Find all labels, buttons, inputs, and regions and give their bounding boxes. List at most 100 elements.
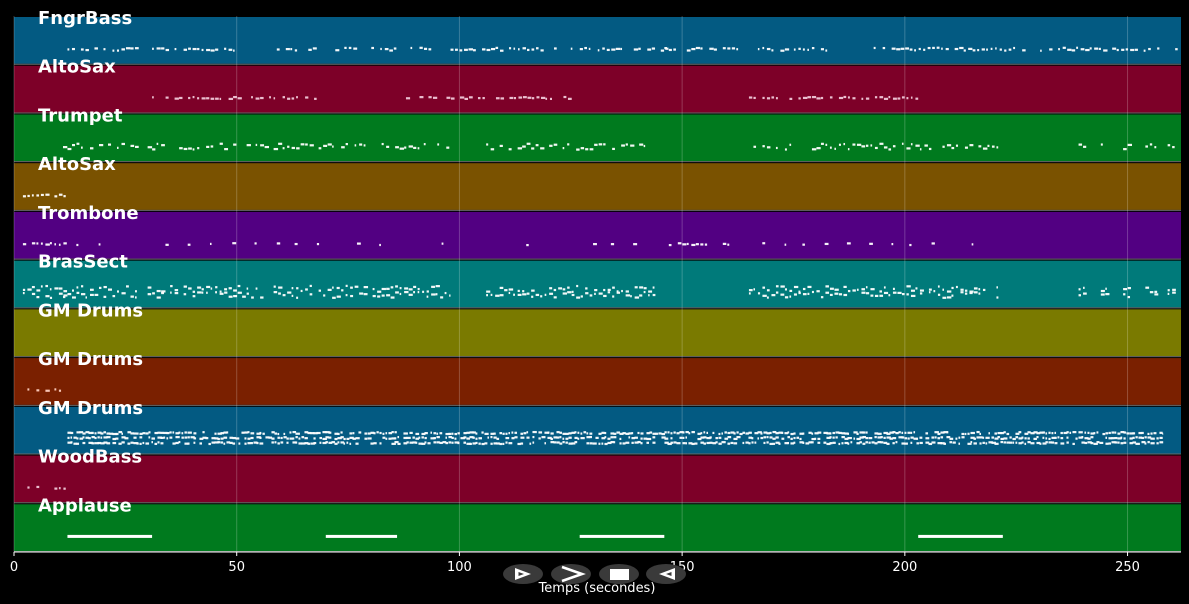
- note: [544, 293, 547, 296]
- track-lane[interactable]: [14, 211, 1181, 259]
- note: [468, 96, 473, 99]
- track-lane[interactable]: [14, 358, 1181, 405]
- note: [931, 436, 935, 439]
- note: [1051, 432, 1054, 435]
- track-lane[interactable]: [14, 455, 1181, 503]
- note: [76, 243, 79, 247]
- note: [682, 243, 687, 246]
- track-lane[interactable]: [14, 163, 1181, 210]
- note: [445, 436, 447, 439]
- note: [1083, 286, 1085, 289]
- note: [937, 437, 940, 440]
- track-label: Applause: [38, 495, 132, 516]
- note: [197, 147, 200, 150]
- note: [404, 287, 409, 290]
- note: [915, 144, 920, 147]
- note: [490, 442, 493, 445]
- note: [1153, 432, 1157, 435]
- note: [36, 194, 40, 197]
- note: [235, 437, 240, 440]
- note: [121, 292, 126, 295]
- note: [40, 242, 43, 245]
- note: [449, 294, 451, 297]
- forward-button[interactable]: [551, 564, 591, 584]
- note: [1135, 436, 1138, 439]
- note: [955, 285, 958, 289]
- note: [545, 97, 548, 100]
- note: [325, 436, 329, 439]
- note: [550, 432, 554, 435]
- track-lane[interactable]: [14, 406, 1181, 454]
- track-lane[interactable]: [14, 504, 1181, 551]
- note: [913, 431, 916, 434]
- rewind-button[interactable]: [646, 564, 686, 584]
- note: [445, 441, 449, 445]
- note: [695, 243, 699, 246]
- note: [565, 432, 569, 435]
- note: [700, 243, 704, 246]
- note: [148, 436, 151, 439]
- note: [991, 145, 995, 148]
- note: [115, 432, 119, 436]
- note: [958, 436, 961, 439]
- note: [175, 441, 179, 445]
- track-lane[interactable]: [14, 65, 1181, 113]
- note: [255, 97, 260, 100]
- note: [522, 293, 527, 296]
- note: [982, 441, 985, 444]
- play-button[interactable]: [503, 564, 543, 584]
- note: [829, 436, 832, 439]
- note: [31, 292, 36, 296]
- note: [283, 432, 286, 436]
- note: [76, 286, 79, 289]
- note: [156, 289, 161, 293]
- timeline-canvas[interactable]: FngrBass AltoSax Trumpet AltoSax Trombone Bra…: [0, 0, 1189, 604]
- note: [384, 47, 389, 51]
- note: [343, 442, 346, 445]
- note: [838, 293, 843, 296]
- track-lane[interactable]: [14, 260, 1181, 308]
- track-lane[interactable]: [14, 114, 1181, 162]
- note: [861, 97, 864, 100]
- note: [996, 296, 999, 299]
- note: [604, 431, 607, 435]
- note: [901, 442, 905, 445]
- note: [862, 442, 866, 445]
- note: [832, 441, 836, 444]
- track-label: Trombone: [38, 203, 139, 224]
- note: [994, 432, 998, 435]
- note: [295, 432, 300, 435]
- note: [901, 436, 905, 439]
- note: [379, 243, 381, 247]
- note: [408, 145, 413, 148]
- note: [513, 47, 516, 50]
- note: [846, 242, 851, 245]
- note: [762, 145, 765, 148]
- note: [601, 442, 604, 445]
- note: [508, 148, 512, 151]
- note: [496, 437, 500, 440]
- track-label: AltoSax: [38, 154, 116, 175]
- note: [76, 437, 79, 440]
- note: [206, 291, 208, 294]
- note: [986, 48, 988, 51]
- note: [286, 441, 289, 444]
- note: [107, 288, 113, 291]
- note: [418, 436, 421, 439]
- note: [589, 435, 592, 439]
- note: [280, 441, 284, 444]
- stop-button[interactable]: [599, 564, 639, 584]
- note: [463, 436, 467, 439]
- note: [565, 437, 569, 440]
- note: [296, 296, 299, 299]
- note: [184, 431, 187, 434]
- note: [451, 436, 454, 440]
- note: [493, 442, 497, 445]
- note: [22, 243, 27, 246]
- track-lane[interactable]: [14, 17, 1181, 64]
- note: [748, 431, 752, 434]
- note: [999, 48, 1002, 51]
- note: [370, 442, 374, 445]
- track-lane[interactable]: [14, 309, 1181, 357]
- note: [847, 289, 851, 293]
